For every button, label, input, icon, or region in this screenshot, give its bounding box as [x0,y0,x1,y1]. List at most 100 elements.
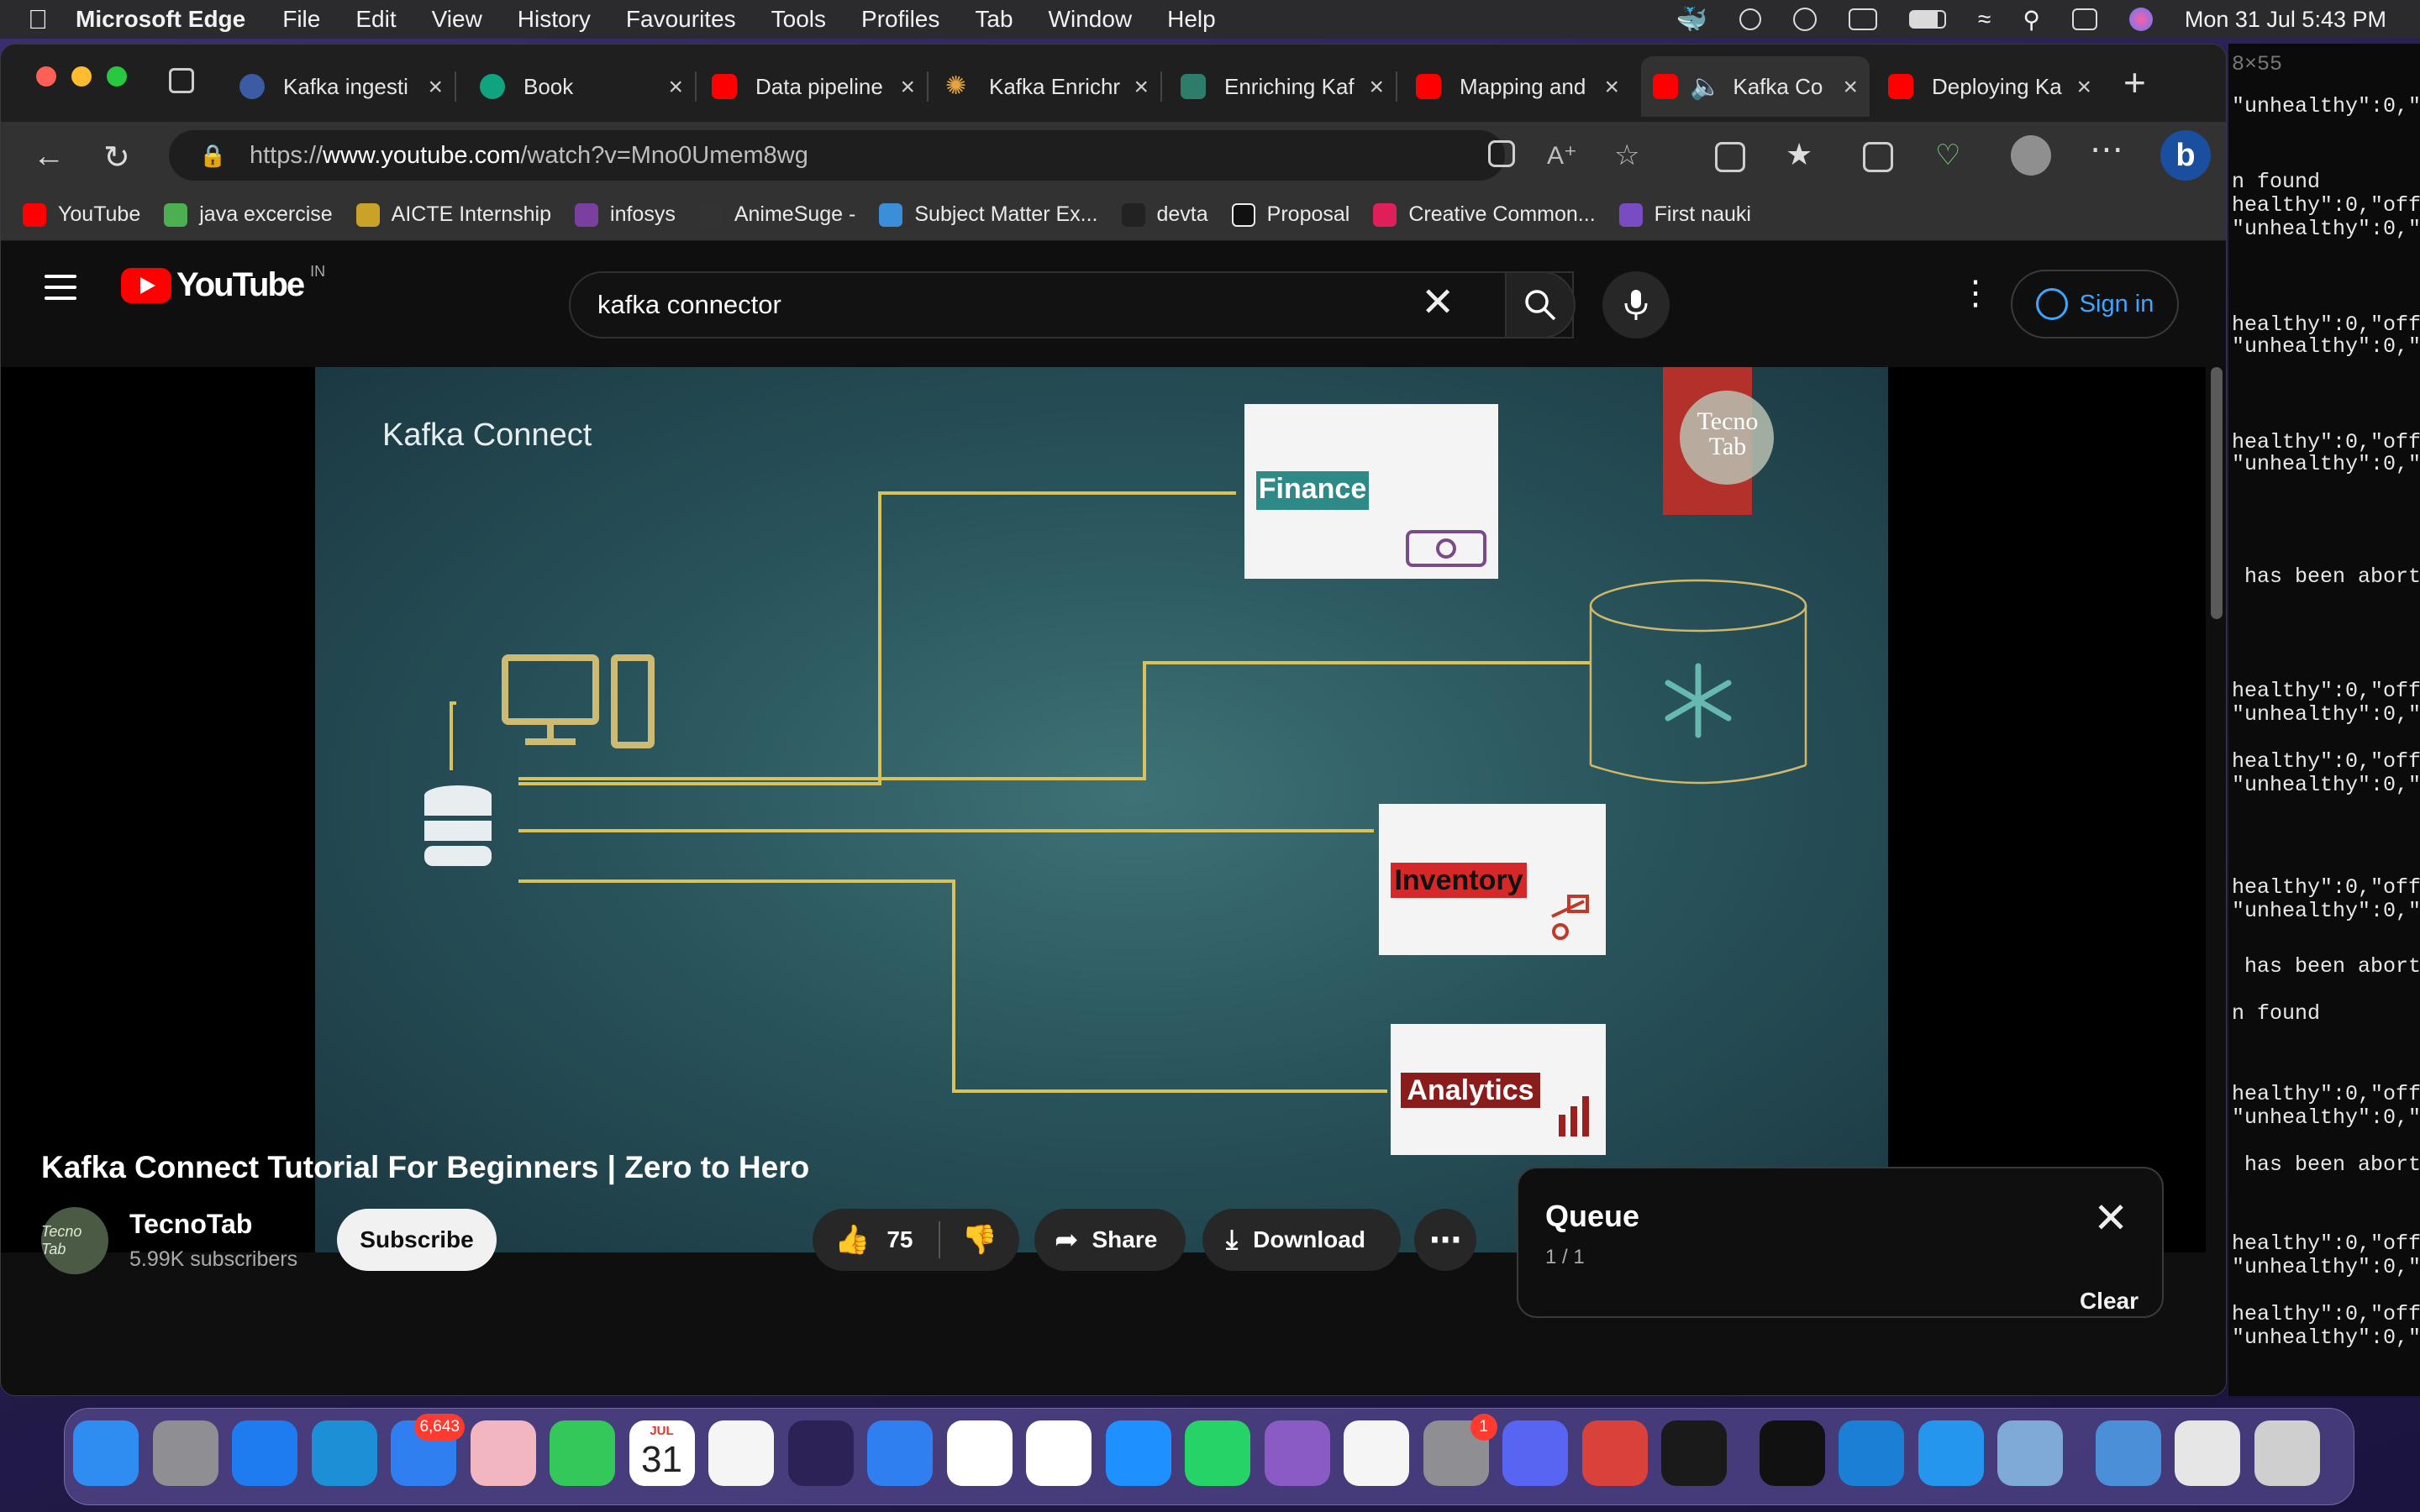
menubar-clock[interactable]: Mon 31 Jul 5:43 PM [2185,7,2386,33]
menu-tools[interactable]: Tools [771,6,826,33]
clear-queue-button[interactable]: Clear [2080,1288,2139,1315]
spotlight-search-icon[interactable]: ⚲ [2023,6,2040,34]
bookmark-first-nauki[interactable]: First nauki [1618,202,1751,227]
freeform-icon[interactable] [1344,1420,1409,1486]
close-tab-icon[interactable]: × [668,73,683,102]
lock-icon[interactable]: 🔒 [199,143,226,169]
voice-search-button[interactable] [1602,271,1670,339]
bookmark-infosys[interactable]: infosys [575,202,676,227]
bookmark-youtube[interactable]: YouTube [23,202,140,227]
more-actions-button[interactable]: ⋯ [1414,1209,1476,1271]
bookmark-java[interactable]: java excercise [164,202,333,227]
menu-profiles[interactable]: Profiles [861,6,939,33]
sign-in-button[interactable]: Sign in [2011,270,2179,339]
trash-icon[interactable] [2254,1420,2320,1486]
wifi-icon[interactable]: ≈ [1978,6,1991,33]
close-tab-icon[interactable]: × [1369,73,1384,102]
bookmark-proposal[interactable]: Proposal [1231,202,1349,227]
channel-name[interactable]: TecnoTab [129,1209,252,1240]
subscribe-button[interactable]: Subscribe [337,1209,497,1271]
back-arrow-icon[interactable]: ← [33,139,65,175]
refresh-icon[interactable]: ↻ [103,139,130,176]
tab-5[interactable]: Mapping and × [1404,56,1631,117]
performance-heart-icon[interactable]: ♡ [1935,139,1960,172]
channel-avatar[interactable]: Tecno Tab [41,1207,108,1274]
search-button[interactable] [1505,271,1576,339]
menu-tab[interactable]: Tab [975,6,1013,33]
docker-status-icon[interactable]: 🐳 [1676,5,1707,34]
downloads-stack-icon[interactable] [2095,1420,2161,1486]
new-tab-plus-icon[interactable]: + [2123,60,2152,104]
close-tab-icon[interactable]: × [1843,73,1858,102]
tab-0[interactable]: Kafka ingesti × [228,56,456,117]
settings-kebab-icon[interactable]: ⋮ [1959,276,1992,310]
close-tab-icon[interactable]: × [428,73,443,102]
tab-1[interactable]: Book × [468,56,697,117]
menu-help[interactable]: Help [1167,6,1216,33]
eclipse-icon[interactable] [787,1420,854,1486]
profile-avatar-icon[interactable] [2011,135,2051,176]
discord-icon[interactable] [1502,1420,1568,1486]
address-bar[interactable]: 🔒 https://www.youtube.com/watch?v=Mno0Um… [169,130,1639,181]
collections-icon[interactable] [1863,142,1893,172]
launchpad-icon[interactable] [152,1420,218,1486]
tab-3[interactable]: ✺ Kafka Enrichr × [934,56,1162,117]
bing-copilot-icon[interactable]: b [2160,130,2211,181]
page-scrollbar[interactable] [2211,367,2223,619]
menu-edit[interactable]: Edit [355,6,396,33]
youtube-logo[interactable]: YouTube IN [121,263,325,304]
menu-view[interactable]: View [432,6,482,33]
bookmark-aicte[interactable]: AICTE Internship [355,202,551,227]
favorites-icon[interactable]: ★ [1786,137,1812,172]
split-screen-icon[interactable] [1715,142,1745,172]
speaker-icon[interactable]: 🔈 [1690,72,1721,102]
menu-window[interactable]: Window [1049,6,1133,33]
menu-file[interactable]: File [282,6,320,33]
close-tab-icon[interactable]: × [900,73,915,102]
apple-menu-icon[interactable]:  [0,4,76,35]
recent-stack-icon[interactable] [2175,1420,2240,1486]
close-tab-icon[interactable]: × [1604,73,1619,102]
clear-search-icon[interactable]: ✕ [1421,283,1455,323]
pages-icon[interactable] [946,1420,1013,1486]
app-available-icon[interactable] [1488,140,1515,167]
read-aloud-icon[interactable]: A⁺ [1547,141,1577,171]
whatsapp-icon[interactable] [1185,1420,1250,1486]
bookmark-creative[interactable]: Creative Common... [1373,202,1596,227]
menu-favourites[interactable]: Favourites [626,6,736,33]
settings-more-icon[interactable]: ⋯ [2090,130,2123,169]
numbers-icon[interactable] [1026,1420,1092,1486]
tab-4[interactable]: Enriching Kaf × [1169,56,1397,117]
mail-icon[interactable]: 6,643 [391,1414,465,1486]
close-queue-icon[interactable]: ✕ [2093,1197,2128,1239]
photo-booth-icon[interactable] [1581,1420,1648,1486]
media-play-icon[interactable] [1792,8,1817,31]
safari-icon[interactable] [232,1420,297,1486]
close-tab-icon[interactable]: × [1134,73,1149,102]
terminal-window[interactable]: 8×55 "unhealthy":0,"o n found healthy":0,"… [2228,44,2420,1396]
screen-icon[interactable] [1848,8,1877,30]
bookmark-sme[interactable]: Subject Matter Ex... [879,202,1098,227]
like-button[interactable]: 👍 75 [813,1209,939,1271]
menu-app-name[interactable]: Microsoft Edge [76,6,245,33]
video-player[interactable]: Kafka Connect Tecno Tab Finance Inventor… [1,367,2206,1252]
facetime-icon[interactable] [550,1420,615,1486]
tab-2[interactable]: Data pipeline × [700,56,929,117]
terminal-icon[interactable] [1759,1420,1825,1486]
reminders-icon[interactable] [708,1420,774,1486]
download-button[interactable]: ⤓ Download [1202,1209,1401,1271]
bookmark-animesuge[interactable]: AnimeSuge - [698,202,855,227]
dislike-button[interactable]: 👎 [940,1209,1019,1271]
battery-icon[interactable] [1908,10,1946,29]
bookmark-devta[interactable]: devta [1121,202,1208,227]
finder-icon[interactable] [73,1420,139,1486]
calendar-icon[interactable]: JUL 31 [629,1420,695,1486]
minimize-window-button[interactable] [71,66,92,87]
siri-icon[interactable] [2128,8,2153,31]
github-desktop-icon[interactable] [1264,1420,1330,1486]
hamburger-menu-icon[interactable] [45,275,76,307]
activity-monitor-icon[interactable] [1661,1420,1727,1486]
close-window-button[interactable] [36,66,56,87]
zoom-window-button[interactable] [107,66,127,87]
close-tab-icon[interactable]: × [2076,73,2091,102]
